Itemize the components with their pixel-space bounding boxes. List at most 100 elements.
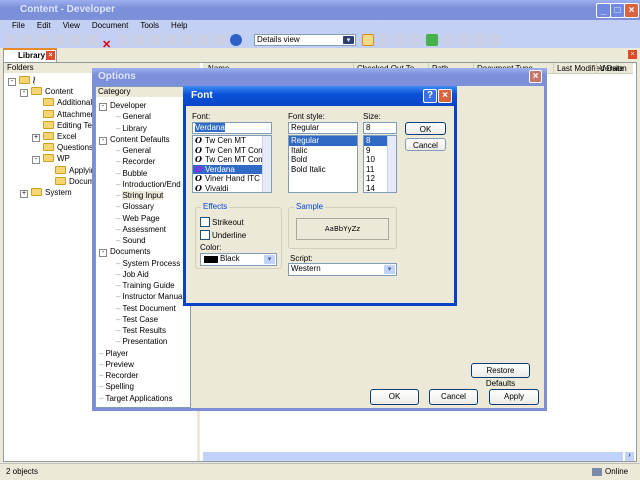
check-in-icon[interactable] <box>442 34 454 46</box>
find-icon[interactable] <box>198 34 210 46</box>
category-item[interactable]: – System Process <box>116 259 180 269</box>
maximize-button[interactable]: □ <box>610 3 625 18</box>
category-item[interactable]: – Web Page <box>116 214 160 224</box>
collapse-icon[interactable]: - <box>99 136 107 145</box>
category-item[interactable]: – Spelling <box>99 382 134 392</box>
expand-icon[interactable]: + <box>32 134 40 142</box>
restore-defaults-button[interactable]: Restore Defaults <box>471 363 530 388</box>
options-apply-button[interactable]: Apply <box>489 389 539 405</box>
font-ok-button[interactable]: OK <box>405 122 446 135</box>
category-item[interactable]: - Documents <box>99 247 150 258</box>
collapse-icon[interactable]: - <box>20 89 28 98</box>
paste-icon[interactable] <box>86 34 98 46</box>
category-item[interactable]: – Target Applications <box>99 394 173 404</box>
cut-icon[interactable] <box>54 34 66 46</box>
vertical-layout-icon[interactable] <box>394 34 406 46</box>
font-list-item[interactable]: O Vivaldi <box>193 183 271 192</box>
category-item[interactable]: – Test Document <box>116 304 176 314</box>
help-button[interactable]: ? <box>423 89 437 103</box>
menu-help[interactable]: Help <box>171 21 187 30</box>
font-style-item[interactable]: Bold <box>289 155 357 165</box>
tab-library[interactable]: Library × <box>3 48 57 63</box>
color-select[interactable]: Black ▾ <box>200 253 277 266</box>
category-item[interactable]: – General <box>116 112 151 122</box>
font-style-list[interactable]: Regular Italic Bold Bold Italic <box>288 135 358 193</box>
menu-view[interactable]: View <box>63 21 80 30</box>
font-list-item[interactable]: O Verdana <box>193 164 271 174</box>
category-item[interactable]: – Recorder <box>116 157 155 167</box>
font-list[interactable]: OTw Cen MTOTw Cen MT CondensedOTw Cen MT… <box>192 135 272 193</box>
help-icon[interactable] <box>230 34 242 46</box>
category-item[interactable]: – Player <box>99 349 128 359</box>
horizontal-scrollbar[interactable] <box>203 452 623 461</box>
category-item[interactable]: – Instructor Manual <box>116 292 184 302</box>
folder-tree-item[interactable]: - WP <box>32 154 70 165</box>
horizontal-layout-icon[interactable] <box>378 34 390 46</box>
category-item[interactable]: – Preview <box>99 360 134 370</box>
options-close-button[interactable]: × <box>529 70 542 83</box>
category-item[interactable]: - Content Defaults <box>99 135 170 145</box>
underline-checkbox[interactable] <box>200 230 210 240</box>
menu-document[interactable]: Document <box>92 21 128 30</box>
collapse-icon[interactable]: - <box>99 103 107 111</box>
category-item[interactable]: – Bubble <box>116 169 147 179</box>
folder-tree-item[interactable]: - Content <box>20 87 73 98</box>
font-list-item[interactable]: O Viner Hand ITC <box>193 173 271 184</box>
collapse-icon[interactable]: - <box>99 249 107 258</box>
font-list-item[interactable]: O Tw Cen MT <box>193 136 271 146</box>
delete-icon[interactable]: ✕ <box>102 39 114 51</box>
category-item[interactable]: – Library <box>116 124 147 134</box>
check-out-icon[interactable] <box>458 34 470 46</box>
strikeout-checkbox[interactable] <box>200 217 210 227</box>
font-style-input[interactable]: Regular <box>288 122 358 134</box>
expand-icon[interactable] <box>166 34 178 46</box>
close-all-tabs-icon[interactable]: × <box>628 50 637 59</box>
expand-icon[interactable]: + <box>20 190 28 198</box>
menu-file[interactable]: File <box>12 21 25 30</box>
close-tab-icon[interactable]: × <box>46 51 55 60</box>
lock-icon[interactable] <box>490 34 502 46</box>
script-select[interactable]: Western ▾ <box>288 263 397 276</box>
font-close-button[interactable]: × <box>438 89 452 103</box>
category-item[interactable]: – Job Aid <box>116 270 149 280</box>
save-icon[interactable] <box>22 34 34 46</box>
collapse-icon[interactable] <box>182 34 194 46</box>
font-list-item[interactable]: OTw Cen MT Condensed Extra Bold <box>193 154 271 165</box>
column-header[interactable]: Version <box>596 63 627 74</box>
collapse-icon[interactable]: - <box>32 156 40 165</box>
size-list-scrollbar[interactable] <box>387 136 396 192</box>
copy-icon[interactable] <box>70 34 82 46</box>
font-style-item[interactable]: Bold Italic <box>289 165 357 175</box>
category-item[interactable]: – Recorder <box>99 371 138 381</box>
font-cancel-button[interactable]: Cancel <box>405 138 446 151</box>
view-select[interactable]: Details view ▾ <box>254 34 356 46</box>
refresh-icon[interactable] <box>426 34 438 46</box>
folder-tree-item[interactable]: - / <box>8 76 36 86</box>
category-item[interactable]: – Glossary <box>116 202 154 212</box>
options-ok-button[interactable]: OK <box>370 389 419 405</box>
redo-icon[interactable] <box>150 34 162 46</box>
properties-icon[interactable] <box>118 34 130 46</box>
category-item[interactable]: – Presentation <box>116 337 167 347</box>
minimize-button[interactable]: _ <box>596 3 611 18</box>
spelling-icon[interactable] <box>214 34 226 46</box>
category-item[interactable]: – Test Case <box>116 315 158 325</box>
size-input[interactable]: 8 <box>363 122 397 134</box>
get-icon[interactable] <box>474 34 486 46</box>
open-icon[interactable] <box>6 34 18 46</box>
undo-icon[interactable] <box>134 34 146 46</box>
font-list-scrollbar[interactable] <box>262 136 271 192</box>
options-cancel-button[interactable]: Cancel <box>429 389 478 405</box>
font-style-item[interactable]: Italic <box>289 146 357 156</box>
menu-tools[interactable]: Tools <box>140 21 159 30</box>
category-item[interactable]: – Assessment <box>116 225 166 235</box>
category-item[interactable]: – String Input <box>116 191 164 201</box>
category-item[interactable]: – Test Results <box>116 326 166 336</box>
font-list-item[interactable]: OTw Cen MT Condensed <box>193 145 271 156</box>
category-item[interactable]: – Training Guide <box>116 281 175 291</box>
details-layout-icon[interactable] <box>362 34 374 46</box>
menu-edit[interactable]: Edit <box>37 21 51 30</box>
folder-tree-item[interactable]: + Excel <box>32 132 77 142</box>
font-name-input[interactable]: Verdana <box>192 122 272 134</box>
folder-tree-item[interactable]: + System <box>20 188 72 198</box>
